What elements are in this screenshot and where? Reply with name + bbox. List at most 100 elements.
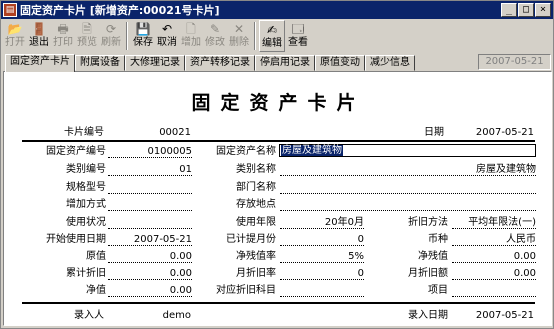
toolbar-separator <box>126 22 128 50</box>
depr-method-field[interactable]: 平均年限法(一) <box>452 217 536 229</box>
add-method-field[interactable] <box>108 199 192 211</box>
date-label: 日期 <box>424 127 444 138</box>
tab-value-changes[interactable]: 原值变动 <box>315 55 365 71</box>
life-field[interactable]: 20年0月 <box>280 217 364 229</box>
preview-icon: 🗎 <box>82 22 92 36</box>
asset-name-input[interactable]: 房屋及建筑物 <box>279 144 536 157</box>
project-field[interactable] <box>452 285 536 297</box>
dept-field[interactable] <box>280 182 536 194</box>
add-method-label: 增加方式 <box>66 199 106 210</box>
accrued-months-field[interactable]: 0 <box>280 234 364 246</box>
acc-depr-label: 累计折旧 <box>66 268 106 279</box>
modify-label: 修改 <box>205 37 225 48</box>
category-name-label: 类别名称 <box>236 164 276 175</box>
exit-button[interactable]: 🚪 退出 <box>27 20 51 52</box>
delete-label: 删除 <box>229 37 249 48</box>
location-label: 存放地点 <box>236 199 276 210</box>
net-salvage-rate-label: 净残值率 <box>236 251 276 262</box>
tab-strip: 固定资产卡片 附属设备 大修理记录 资产转移记录 停启用记录 原值变动 减少信息 <box>5 54 415 72</box>
net-value-field[interactable]: 0.00 <box>108 285 192 297</box>
asset-card-window: ▤ 固定资产卡片 [新增资产:00021号卡片] _ □ × 📂 打开 🚪 退出 🖶… <box>0 0 554 329</box>
asset-card-panel: 固定资产卡片 卡片编号 00021 日期 2007-05-21 固定资产编号 0… <box>3 71 552 326</box>
refresh-button[interactable]: ⟳ 刷新 <box>99 20 123 52</box>
delete-icon: ✕ <box>233 22 245 36</box>
app-icon: ▤ <box>3 3 17 17</box>
recorder-value: demo <box>162 310 191 321</box>
modify-button[interactable]: ✎ 修改 <box>203 20 227 52</box>
depr-account-label: 对应折旧科目 <box>216 285 276 296</box>
view-button[interactable]: 🗔 查看 <box>285 20 311 52</box>
tab-asset-card[interactable]: 固定资产卡片 <box>5 54 75 72</box>
preview-button[interactable]: 🗎 预览 <box>75 20 99 52</box>
card-top-rule <box>22 140 535 142</box>
card-title: 固定资产卡片 <box>191 92 366 114</box>
net-value-label: 净值 <box>86 285 106 296</box>
acc-depr-field[interactable]: 0.00 <box>108 268 192 280</box>
minimize-button[interactable]: _ <box>501 3 517 17</box>
start-date-field[interactable]: 2007-05-21 <box>108 234 192 246</box>
toolbar-separator <box>254 22 256 50</box>
monthly-amount-field[interactable]: 0.00 <box>452 268 536 280</box>
cancel-button[interactable]: ↶ 取消 <box>155 20 179 52</box>
tab-suspend-records[interactable]: 停启用记录 <box>255 55 315 71</box>
original-value-label: 原值 <box>86 251 106 262</box>
life-label: 使用年限 <box>236 217 276 228</box>
card-bottom-rule <box>22 302 535 304</box>
tab-disposal-info[interactable]: 减少信息 <box>365 55 415 71</box>
monthly-rate-field[interactable]: 0 <box>280 268 364 280</box>
toolbar: 📂 打开 🚪 退出 🖶 打印 🗎 预览 ⟳ 刷新 💾 保存 ↶ 取消 🗋 增加 ✎ 修改 ✕ 删除 … <box>1 20 553 52</box>
monthly-rate-label: 月折旧率 <box>236 268 276 279</box>
usage-label: 使用状况 <box>66 217 106 228</box>
close-button[interactable]: × <box>535 3 551 17</box>
asset-name-selected-text: 房屋及建筑物 <box>281 145 343 156</box>
delete-button[interactable]: ✕ 删除 <box>227 20 251 52</box>
exit-label: 退出 <box>29 37 49 48</box>
net-salvage-field[interactable]: 0.00 <box>452 251 536 263</box>
tab-attached-equipment[interactable]: 附属设备 <box>75 55 125 71</box>
save-button[interactable]: 💾 保存 <box>131 20 155 52</box>
dept-label: 部门名称 <box>236 182 276 193</box>
tab-overhaul-records[interactable]: 大修理记录 <box>125 55 185 71</box>
cancel-icon: ↶ <box>161 22 173 36</box>
currency-field[interactable]: 人民币 <box>452 234 536 246</box>
category-name-field[interactable]: 房屋及建筑物 <box>280 164 536 176</box>
asset-code-field[interactable]: 0100005 <box>108 146 192 158</box>
depr-method-label: 折旧方法 <box>408 217 448 228</box>
monthly-amount-label: 月折旧额 <box>408 268 448 279</box>
date-value: 2007-05-21 <box>475 127 534 138</box>
editor-label: 编辑 <box>262 38 282 49</box>
add-button[interactable]: 🗋 增加 <box>179 20 203 52</box>
card-no-value: 00021 <box>159 127 191 138</box>
currency-label: 币种 <box>428 234 448 245</box>
editor-icon: ✍ <box>266 23 278 37</box>
save-label: 保存 <box>133 37 153 48</box>
header-date: 2007-05-21 <box>478 54 551 70</box>
spec-field[interactable] <box>108 182 192 194</box>
editor-button[interactable]: ✍ 编辑 <box>259 20 285 52</box>
recorder-label: 录入人 <box>74 310 104 321</box>
net-salvage-rate-field[interactable]: 5% <box>280 251 364 263</box>
spec-label: 规格型号 <box>66 182 106 193</box>
save-icon: 💾 <box>135 22 151 36</box>
print-icon: 🖶 <box>57 22 69 36</box>
maximize-button[interactable]: □ <box>518 3 534 17</box>
usage-field[interactable] <box>108 217 192 229</box>
refresh-label: 刷新 <box>101 37 121 48</box>
open-label: 打开 <box>5 37 25 48</box>
depr-account-field[interactable] <box>280 285 364 297</box>
category-code-field[interactable]: 01 <box>108 164 192 176</box>
preview-label: 预览 <box>77 37 97 48</box>
net-salvage-label: 净残值 <box>418 251 448 262</box>
title-bar: ▤ 固定资产卡片 [新增资产:00021号卡片] _ □ × <box>1 1 553 19</box>
cancel-label: 取消 <box>157 37 177 48</box>
window-title: 固定资产卡片 [新增资产:00021号卡片] <box>20 4 220 17</box>
open-button[interactable]: 📂 打开 <box>3 20 27 52</box>
view-icon: 🗔 <box>291 22 305 36</box>
location-field[interactable] <box>280 199 536 211</box>
print-button[interactable]: 🖶 打印 <box>51 20 75 52</box>
tab-transfer-records[interactable]: 资产转移记录 <box>185 55 255 71</box>
original-value-field[interactable]: 0.00 <box>108 251 192 263</box>
add-icon: 🗋 <box>186 22 196 36</box>
asset-code-label: 固定资产编号 <box>46 146 106 157</box>
start-date-label: 开始使用日期 <box>46 234 106 245</box>
